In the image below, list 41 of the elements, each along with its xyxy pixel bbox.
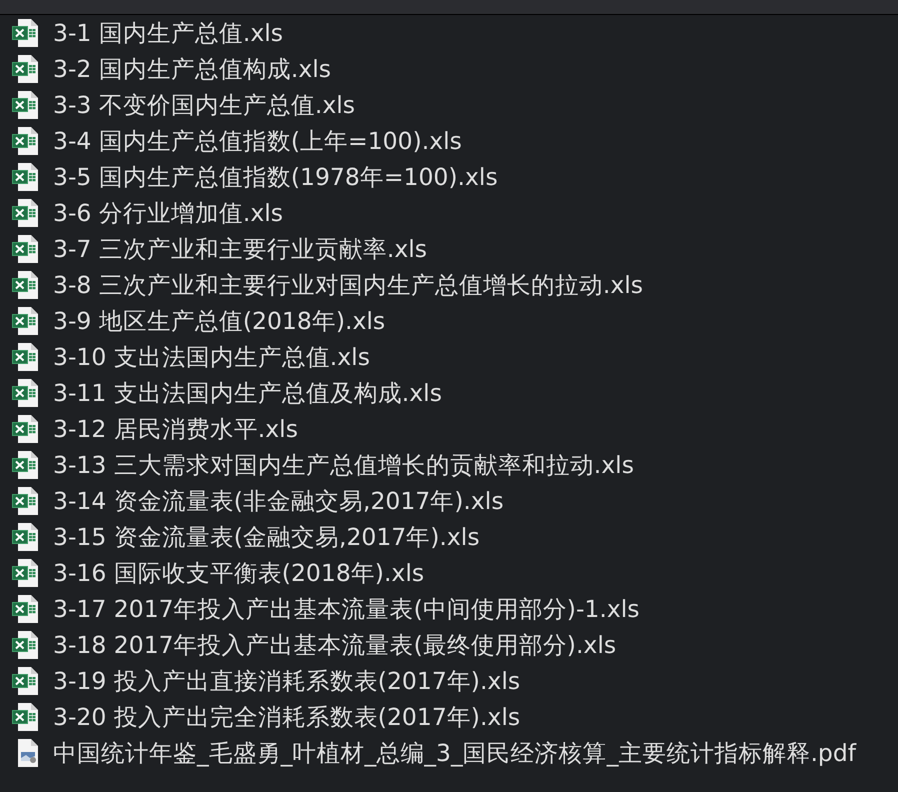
file-name[interactable]: 3-6 分行业增加值.xls [53,199,284,227]
spreadsheet-file-icon[interactable] [12,90,40,120]
file-name[interactable]: 3-12 居民消费水平.xls [53,415,298,443]
spreadsheet-file-icon[interactable] [12,594,40,624]
file-name[interactable]: 3-7 三次产业和主要行业贡献率.xls [53,235,428,263]
file-name[interactable]: 中国统计年鉴_毛盛勇_叶植材_总编_3_国民经济核算_主要统计指标解释.pdf [53,739,856,767]
spreadsheet-file-icon[interactable] [12,234,40,264]
file-name[interactable]: 3-14 资金流量表(非金融交易,2017年).xls [53,487,504,515]
file-name[interactable]: 3-18 2017年投入产出基本流量表(最终使用部分).xls [53,631,616,659]
spreadsheet-file-icon[interactable] [12,666,40,696]
spreadsheet-file-icon[interactable] [12,378,40,408]
spreadsheet-file-icon[interactable] [12,450,40,480]
spreadsheet-file-icon[interactable] [12,414,40,444]
file-name[interactable]: 3-15 资金流量表(金融交易,2017年).xls [53,523,480,551]
file-name[interactable]: 3-8 三次产业和主要行业对国内生产总值增长的拉动.xls [53,271,644,299]
spreadsheet-file-icon[interactable] [12,18,40,48]
file-name[interactable]: 3-13 三大需求对国内生产总值增长的贡献率和拉动.xls [53,451,634,479]
spreadsheet-file-icon[interactable] [12,630,40,660]
spreadsheet-file-icon[interactable] [12,198,40,228]
spreadsheet-file-icon[interactable] [12,342,40,372]
file-name[interactable]: 3-9 地区生产总值(2018年).xls [53,307,386,335]
spreadsheet-file-icon[interactable] [12,558,40,588]
file-name[interactable]: 3-19 投入产出直接消耗系数表(2017年).xls [53,667,520,695]
file-name[interactable]: 3-11 支出法国内生产总值及构成.xls [53,379,442,407]
file-name[interactable]: 3-5 国内生产总值指数(1978年=100).xls [53,163,498,191]
file-name[interactable]: 3-17 2017年投入产出基本流量表(中间使用部分)-1.xls [53,595,640,623]
spreadsheet-file-icon[interactable] [12,54,40,84]
file-name[interactable]: 3-4 国内生产总值指数(上年=100).xls [53,127,462,155]
file-name[interactable]: 3-10 支出法国内生产总值.xls [53,343,370,371]
spreadsheet-file-icon[interactable] [12,486,40,516]
spreadsheet-file-icon[interactable] [12,522,40,552]
file-name[interactable]: 3-20 投入产出完全消耗系数表(2017年).xls [53,703,520,731]
file-name[interactable]: 3-3 不变价国内生产总值.xls [53,91,356,119]
file-name[interactable]: 3-16 国际收支平衡表(2018年).xls [53,559,424,587]
file-name[interactable]: 3-2 国内生产总值构成.xls [53,55,332,83]
spreadsheet-file-icon[interactable] [12,702,40,732]
spreadsheet-file-icon[interactable] [12,162,40,192]
spreadsheet-file-icon[interactable] [12,126,40,156]
file-name[interactable]: 3-1 国内生产总值.xls [53,19,284,47]
spreadsheet-file-icon[interactable] [12,306,40,336]
spreadsheet-file-icon[interactable] [12,270,40,300]
